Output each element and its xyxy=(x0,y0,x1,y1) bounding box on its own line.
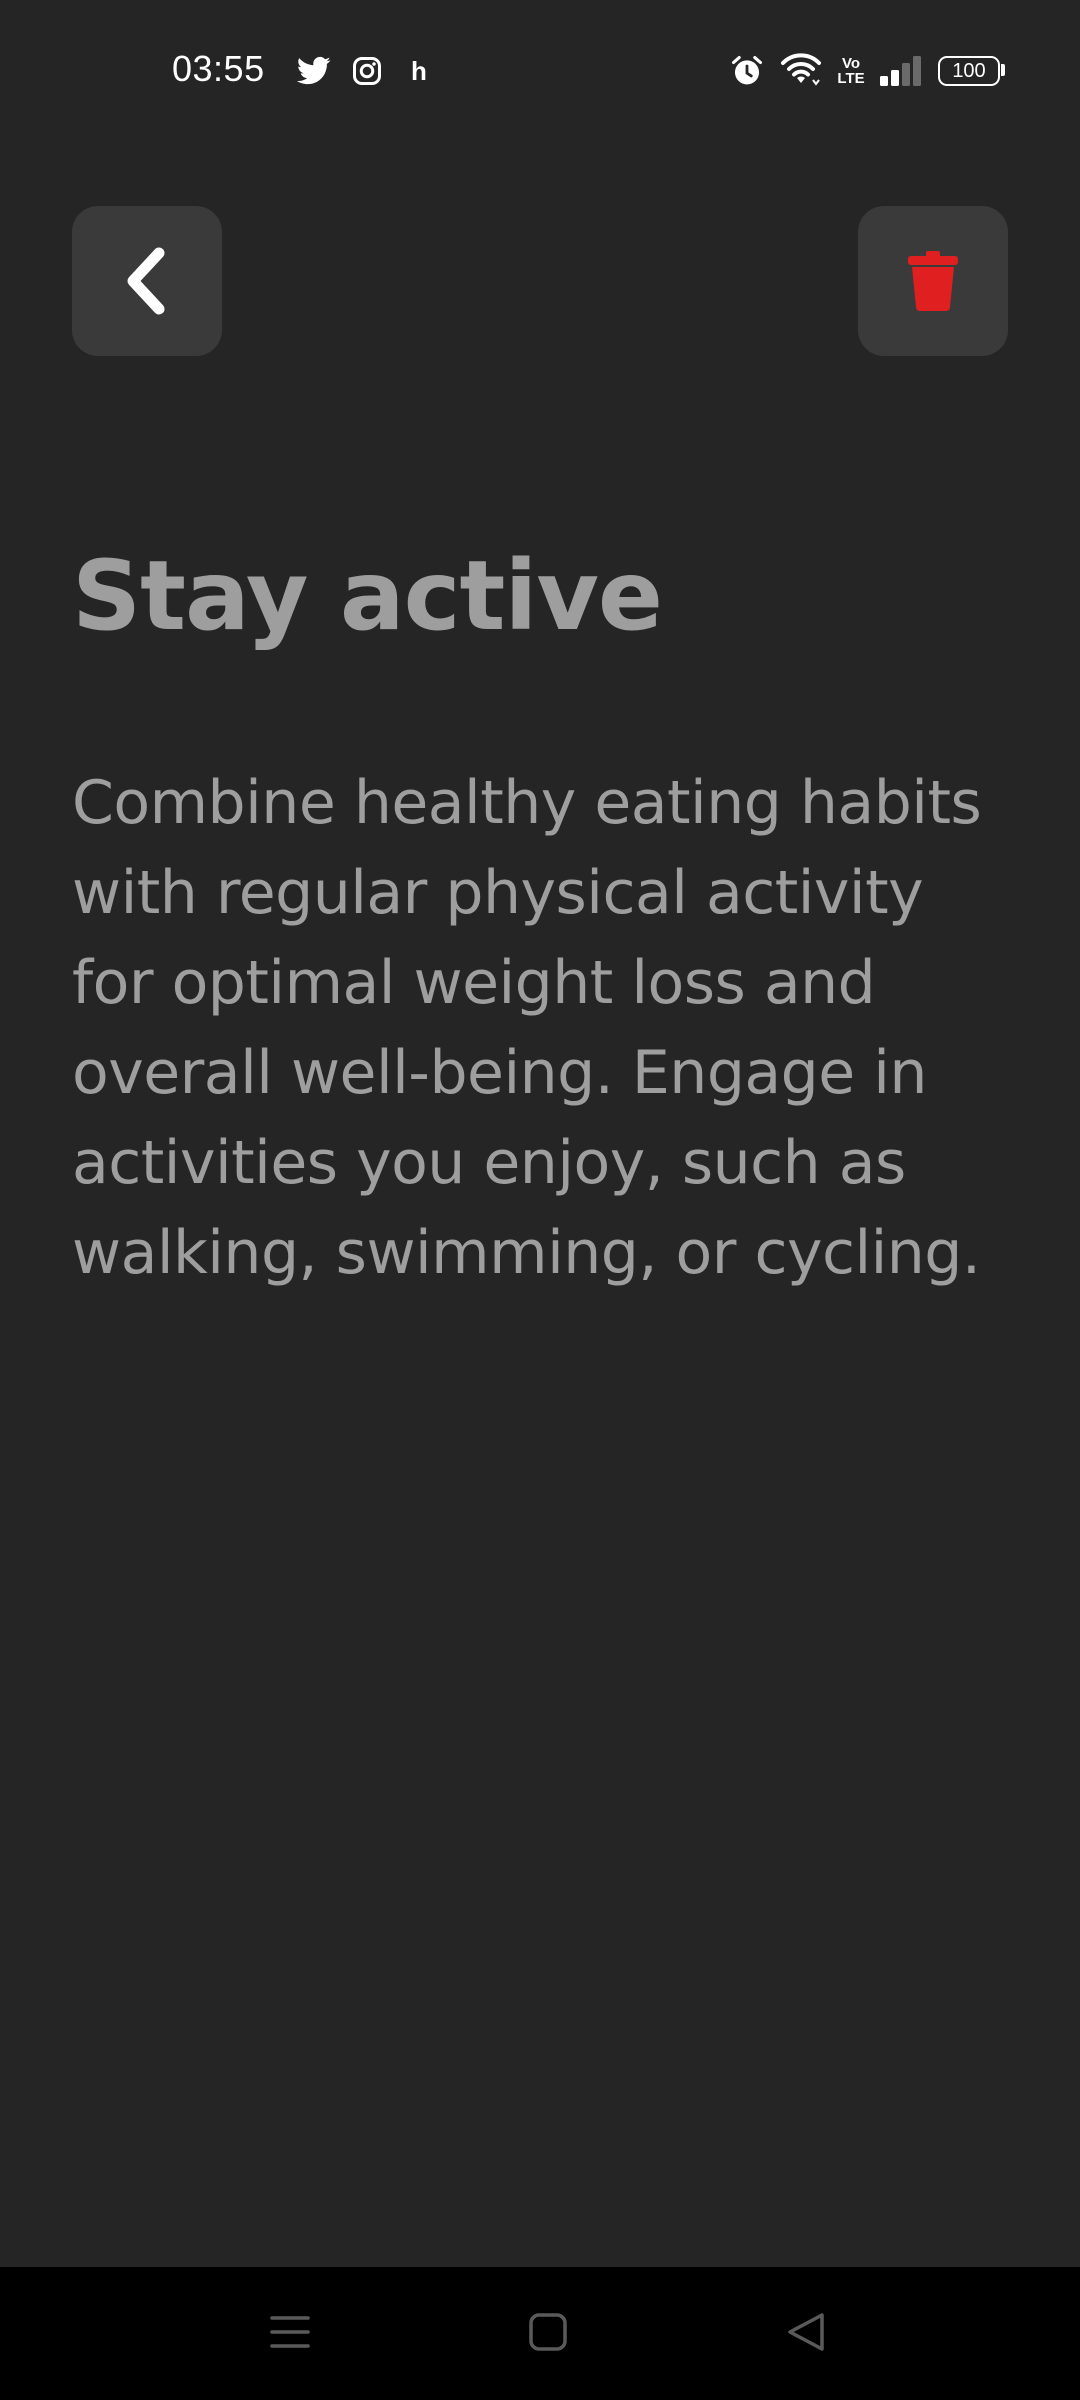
instagram-icon xyxy=(350,54,384,88)
twitter-icon xyxy=(296,54,332,88)
navigation-bar xyxy=(0,2267,1080,2400)
note-body: Combine healthy eating habits with regul… xyxy=(72,768,982,1288)
trash-icon xyxy=(906,251,960,311)
back-button[interactable] xyxy=(72,206,222,356)
wifi-icon xyxy=(778,52,824,90)
volte-icon: Vo LTE xyxy=(836,54,866,88)
volte-top-label: Vo xyxy=(841,55,861,72)
status-bar: 03:55 h Vo LTE 100 xyxy=(0,0,1080,140)
chevron-left-icon xyxy=(117,245,177,317)
recent-apps-button[interactable] xyxy=(250,2297,330,2367)
delete-button[interactable] xyxy=(858,206,1008,356)
note-detail-screen: 03:55 h Vo LTE 100 Stay active Combine h… xyxy=(0,0,1080,2400)
battery-tip xyxy=(1001,64,1005,76)
home-button[interactable] xyxy=(508,2297,588,2367)
status-time: 03:55 xyxy=(172,48,265,89)
alarm-icon xyxy=(728,52,766,90)
home-square-icon xyxy=(528,2312,568,2352)
menu-icon xyxy=(268,2312,312,2352)
signal-icon xyxy=(876,52,926,90)
system-back-button[interactable] xyxy=(766,2297,846,2367)
back-triangle-icon xyxy=(784,2310,828,2354)
note-title: Stay active xyxy=(72,540,663,652)
notification-letter: h xyxy=(411,55,427,86)
battery-indicator: 100 xyxy=(938,56,1000,86)
volte-bottom-label: LTE xyxy=(837,70,865,87)
